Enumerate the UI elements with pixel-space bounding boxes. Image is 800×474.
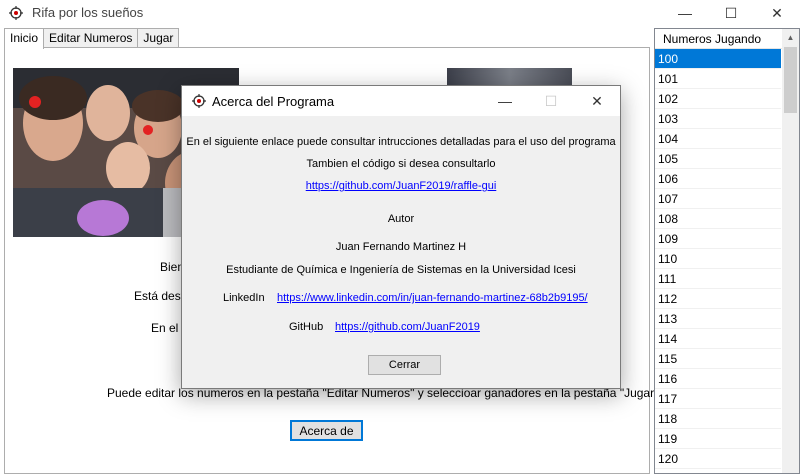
list-item[interactable]: 112 — [655, 289, 781, 309]
dialog-intro: En el siguiente enlace puede consultar i… — [186, 136, 616, 148]
list-item[interactable]: 102 — [655, 89, 781, 109]
dialog-minimize-button[interactable]: — — [482, 86, 528, 116]
dialog-close-button[interactable]: ✕ — [574, 86, 620, 116]
list-item[interactable]: 115 — [655, 349, 781, 369]
app-icon — [192, 94, 206, 108]
dialog-titlebar: Acerca del Programa — ☐ ✕ — [182, 86, 620, 116]
list-item[interactable]: 107 — [655, 189, 781, 209]
scroll-thumb[interactable] — [784, 47, 797, 113]
list-item[interactable]: 108 — [655, 209, 781, 229]
list-item[interactable]: 116 — [655, 369, 781, 389]
list-item[interactable]: 100 — [655, 49, 781, 69]
list-item[interactable]: 113 — [655, 309, 781, 329]
list-item[interactable]: 120 — [655, 449, 781, 469]
list-item[interactable]: 101 — [655, 69, 781, 89]
github-label: GitHub — [289, 321, 324, 333]
author-description: Estudiante de Química e Ingeniería de Si… — [226, 264, 576, 276]
list-item[interactable]: 110 — [655, 249, 781, 269]
repo-link[interactable]: https://github.com/JuanF2019/raffle-gui — [306, 180, 497, 192]
list-item[interactable]: 114 — [655, 329, 781, 349]
close-button[interactable]: ✕ — [754, 0, 800, 26]
list-item[interactable]: 111 — [655, 269, 781, 289]
app-icon — [9, 6, 23, 20]
list-scrollbar[interactable]: ▲ — [782, 29, 799, 473]
github-link[interactable]: https://github.com/JuanF2019 — [335, 321, 480, 333]
linkedin-link[interactable]: https://www.linkedin.com/in/juan-fernand… — [277, 292, 588, 304]
destiny-line: Está desti — [134, 289, 187, 303]
dialog-code-note: Tambien el código si desea consultarlo — [306, 158, 496, 170]
list-header[interactable]: Numeros Jugando — [655, 29, 799, 49]
list-item[interactable]: 117 — [655, 389, 781, 409]
author-label: Autor — [387, 213, 415, 225]
numbers-list[interactable]: Numeros Jugando 100 101 102 103 104 105 … — [654, 28, 800, 474]
tab-strip: Inicio Editar Numeros Jugar — [4, 28, 180, 49]
list-item[interactable]: 104 — [655, 129, 781, 149]
tab-jugar[interactable]: Jugar — [137, 28, 180, 48]
list-items: 100 101 102 103 104 105 106 107 108 109 … — [655, 49, 799, 469]
list-item[interactable]: 105 — [655, 149, 781, 169]
list-item[interactable]: 109 — [655, 229, 781, 249]
acerca-de-button[interactable]: Acerca de — [290, 420, 363, 441]
tab-inicio[interactable]: Inicio — [4, 28, 45, 49]
window-titlebar: Rifa por los sueños — ☐ ✕ — [0, 0, 800, 26]
window-title: Rifa por los sueños — [32, 5, 144, 20]
list-item[interactable]: 103 — [655, 109, 781, 129]
minimize-button[interactable]: — — [662, 0, 708, 26]
maximize-button[interactable]: ☐ — [708, 0, 754, 26]
dialog-title: Acerca del Programa — [212, 94, 335, 109]
dialog-maximize-button: ☐ — [544, 92, 558, 109]
scroll-up-arrow-icon[interactable]: ▲ — [782, 29, 799, 46]
tab-editar-numeros[interactable]: Editar Numeros — [43, 28, 139, 48]
about-dialog: Acerca del Programa — ☐ ✕ En el siguient… — [181, 85, 621, 389]
author-name: Juan Fernando Martinez H — [335, 241, 467, 253]
cerrar-button[interactable]: Cerrar — [368, 355, 441, 375]
linkedin-label: LinkedIn — [223, 292, 265, 304]
list-item[interactable]: 118 — [655, 409, 781, 429]
list-item[interactable]: 119 — [655, 429, 781, 449]
list-item[interactable]: 106 — [655, 169, 781, 189]
